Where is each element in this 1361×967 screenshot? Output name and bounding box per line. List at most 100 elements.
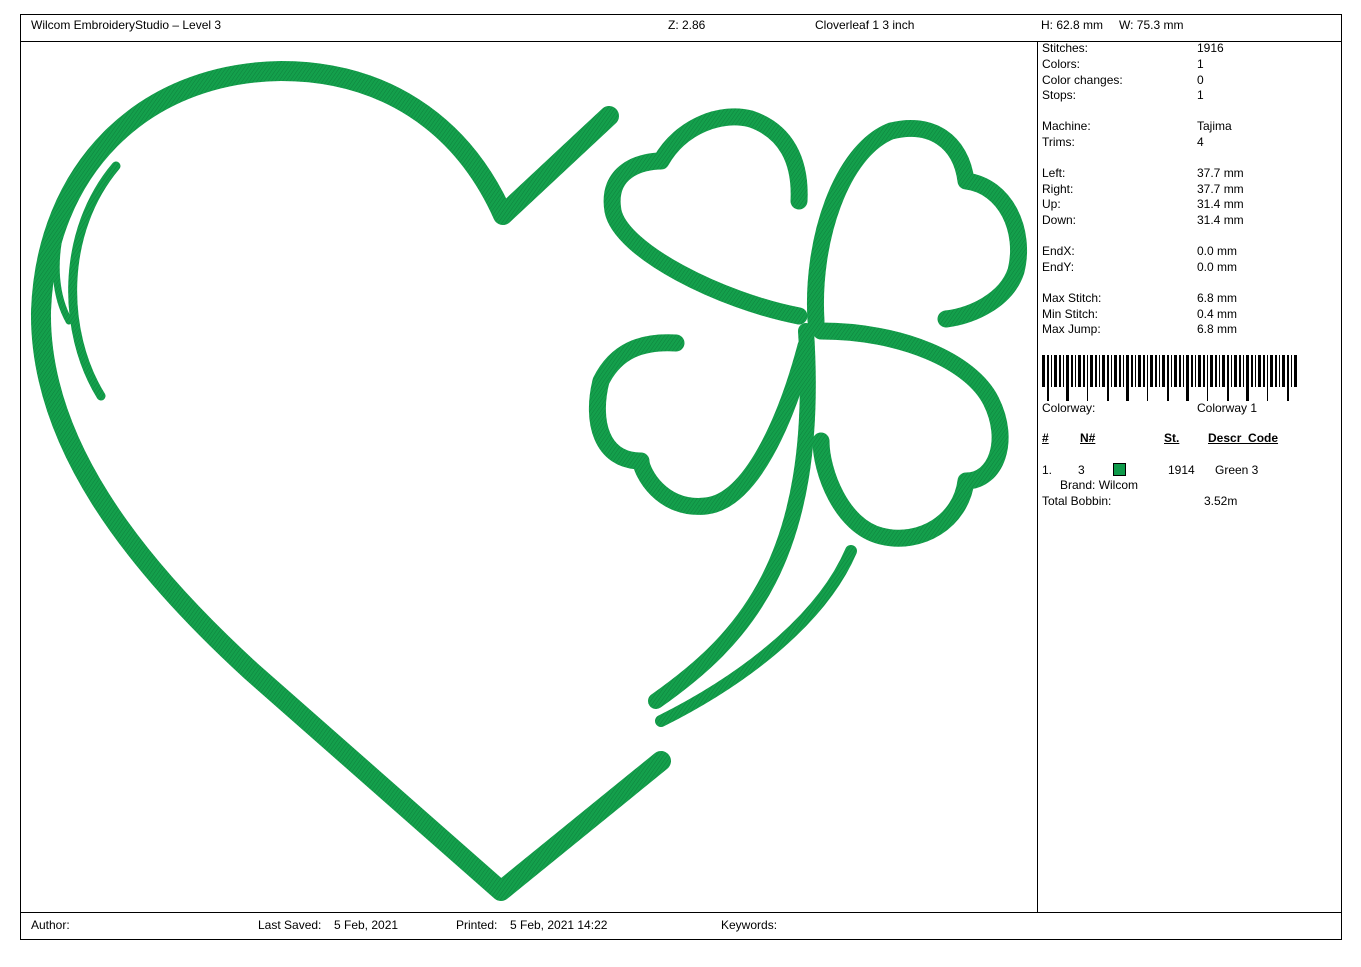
col-header-descr-code: Descr_Code xyxy=(1208,431,1279,445)
stat-row: Stitches: 1916 xyxy=(1042,41,1337,56)
stat-label: Machine: xyxy=(1042,119,1091,133)
stat-label: EndX: xyxy=(1042,244,1075,258)
heart-shamrock-embroidery xyxy=(30,61,1028,901)
stat-value: 1 xyxy=(1197,88,1204,102)
barcode-bar xyxy=(1059,355,1061,387)
barcode-bar xyxy=(1191,355,1193,387)
barcode-image xyxy=(1042,355,1297,401)
stat-row: Trims: 4 xyxy=(1042,135,1337,150)
stat-label: Colors: xyxy=(1042,57,1081,71)
barcode-bar xyxy=(1095,355,1097,387)
barcode-bar xyxy=(1219,355,1220,387)
barcode-bar xyxy=(1239,355,1241,387)
barcode-bar xyxy=(1083,355,1085,387)
stat-label: Max Stitch: xyxy=(1042,291,1102,305)
clover-leaf-bottom-right xyxy=(812,322,1009,547)
stat-label: Color changes: xyxy=(1042,73,1123,87)
barcode-bar xyxy=(1119,355,1121,387)
zoom-level: Z: 2.86 xyxy=(668,18,706,32)
stat-row: Stops: 1 xyxy=(1042,88,1337,103)
barcode-bar xyxy=(1263,355,1265,387)
barcode-bar xyxy=(1246,355,1249,401)
printed-value: 5 Feb, 2021 14:22 xyxy=(510,918,608,932)
thread-color-swatch xyxy=(1113,463,1126,476)
barcode-bar xyxy=(1294,355,1297,387)
barcode-bar xyxy=(1155,355,1157,387)
keywords-label: Keywords: xyxy=(721,918,778,932)
design-width: W: 75.3 mm xyxy=(1119,18,1184,32)
row-number: 1. xyxy=(1042,463,1053,477)
stat-row: Left: 37.7 mm xyxy=(1042,166,1337,181)
heart-swoosh xyxy=(655,545,857,727)
barcode-bar xyxy=(1251,355,1253,387)
app-title: Wilcom EmbroideryStudio – Level 3 xyxy=(31,18,222,32)
row-needle: 3 xyxy=(1078,463,1085,477)
row-description: Green 3 xyxy=(1215,463,1259,477)
stat-label: Stitches: xyxy=(1042,41,1089,55)
stat-value: 31.4 mm xyxy=(1197,213,1244,227)
barcode-bar xyxy=(1270,355,1273,387)
barcode-bar xyxy=(1279,355,1280,387)
stat-value: 6.8 mm xyxy=(1197,322,1238,336)
stat-row: Max Jump: 6.8 mm xyxy=(1042,322,1337,337)
stat-label: Min Stitch: xyxy=(1042,307,1099,321)
barcode-bar xyxy=(1215,355,1217,387)
stat-row: Max Stitch: 6.8 mm xyxy=(1042,291,1337,306)
row-stitches: 1914 xyxy=(1168,463,1195,477)
stat-value: 0.0 mm xyxy=(1197,244,1238,258)
barcode-bar xyxy=(1090,355,1093,387)
barcode-bar xyxy=(1171,355,1172,387)
barcode-bar xyxy=(1183,355,1184,387)
stat-label: EndY: xyxy=(1042,260,1075,274)
barcode-bar xyxy=(1131,355,1133,387)
total-bobbin-row: Total Bobbin: 3.52m xyxy=(1042,494,1337,509)
stat-value: 0.4 mm xyxy=(1197,307,1238,321)
barcode-bar xyxy=(1150,355,1153,387)
clover-leaf-bottom-left xyxy=(588,334,815,515)
barcode-bar xyxy=(1135,355,1136,387)
barcode-bar xyxy=(1231,355,1232,387)
stat-row: Machine: Tajima xyxy=(1042,119,1337,134)
barcode-bar xyxy=(1066,355,1069,401)
colorway-row: Colorway: Colorway 1 xyxy=(1042,401,1337,416)
stat-row: Colors: 1 xyxy=(1042,57,1337,72)
stat-value: 4 xyxy=(1197,135,1204,149)
barcode-bar xyxy=(1138,355,1141,387)
stat-value: 6.8 mm xyxy=(1197,291,1238,305)
last-saved-label: Last Saved: xyxy=(258,918,322,932)
barcode-bar xyxy=(1063,355,1064,387)
barcode-bar xyxy=(1227,355,1229,401)
barcode-bar xyxy=(1123,355,1124,387)
stat-row: EndX: 0.0 mm xyxy=(1042,244,1337,259)
stat-row: Min Stitch: 0.4 mm xyxy=(1042,307,1337,322)
col-header-number: # xyxy=(1042,431,1049,445)
stat-value: 0 xyxy=(1197,73,1204,87)
barcode-bar xyxy=(1174,355,1177,387)
stat-label: Down: xyxy=(1042,213,1077,227)
heart-outline xyxy=(30,61,671,901)
author-label: Author: xyxy=(31,918,70,932)
barcode-bar xyxy=(1114,355,1117,387)
barcode-bar xyxy=(1195,355,1196,387)
barcode-bar xyxy=(1159,355,1160,387)
barcode-bar xyxy=(1047,355,1049,401)
header-bar: Wilcom EmbroideryStudio – Level 3 Z: 2.8… xyxy=(21,15,1341,42)
barcode-bar xyxy=(1054,355,1057,387)
stat-label: Right: xyxy=(1042,182,1074,196)
last-saved-value: 5 Feb, 2021 xyxy=(334,918,399,932)
colorway-value: Colorway 1 xyxy=(1197,401,1258,415)
barcode-bar xyxy=(1167,355,1169,401)
barcode-bar xyxy=(1078,355,1081,387)
barcode-bar xyxy=(1051,355,1052,387)
stat-value: 1916 xyxy=(1197,41,1224,55)
stat-row: EndY: 0.0 mm xyxy=(1042,260,1337,275)
barcode-bar xyxy=(1275,355,1277,387)
barcode-bar xyxy=(1087,355,1088,401)
stat-label: Stops: xyxy=(1042,88,1077,102)
barcode-bar xyxy=(1287,355,1289,401)
barcode-bar xyxy=(1203,355,1205,387)
stat-label: Up: xyxy=(1042,197,1061,211)
design-info-panel: Stitches: 1916 Colors: 1 Color changes: 0 Stop… xyxy=(1038,41,1341,913)
total-bobbin-value: 3.52m xyxy=(1204,494,1238,508)
row-brand: Brand: Wilcom xyxy=(1060,478,1139,492)
